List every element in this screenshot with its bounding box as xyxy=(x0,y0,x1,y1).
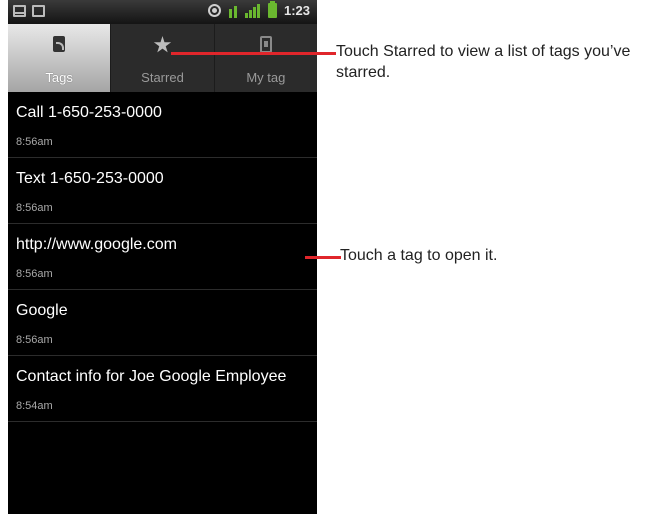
tag-time: 8:56am xyxy=(16,334,53,346)
tag-time: 8:56am xyxy=(16,268,53,280)
tab-tags[interactable]: Tags xyxy=(8,24,111,92)
tab-bar: Tags Starred My tag xyxy=(8,24,317,92)
starred-callout-line xyxy=(171,52,336,55)
mail-notification-icon xyxy=(13,5,26,17)
battery-icon xyxy=(267,1,277,18)
starred-callout-text: Touch Starred to view a list of tags you… xyxy=(336,43,631,81)
status-clock: 1:23 xyxy=(283,3,310,18)
my-tag-icon xyxy=(259,36,272,53)
tag-time: 8:56am xyxy=(16,136,53,148)
tag-title: Text 1-650-253-0000 xyxy=(16,170,164,187)
tag-title: http://www.google.com xyxy=(16,236,177,253)
tab-my-tag[interactable]: My tag xyxy=(213,24,317,92)
tag-title: Contact info for Joe Google Employee xyxy=(16,368,287,385)
tag-list: Call 1-650-253-0000 8:56am Text 1-650-25… xyxy=(8,92,317,422)
calendar-notification-icon xyxy=(32,5,45,17)
open-tag-callout-text: Touch a tag to open it. xyxy=(340,247,498,264)
tag-time: 8:56am xyxy=(16,202,53,214)
tag-time: 8:54am xyxy=(16,400,53,412)
phone-screen: 1:23 Tags Starred My tag Call 1-650-253-… xyxy=(8,0,317,514)
open-tag-callout-line xyxy=(305,256,341,259)
list-item[interactable]: Contact info for Joe Google Employee 8:5… xyxy=(8,356,317,422)
star-icon xyxy=(153,36,172,53)
tag-title: Call 1-650-253-0000 xyxy=(16,104,162,121)
gps-icon xyxy=(207,4,221,17)
tab-starred-label: Starred xyxy=(141,70,184,85)
list-item[interactable]: http://www.google.com 8:56am xyxy=(8,224,317,290)
status-bar: 1:23 xyxy=(8,0,317,24)
tab-tags-label: Tags xyxy=(45,70,73,85)
tab-starred[interactable]: Starred xyxy=(110,24,213,92)
list-item[interactable]: Call 1-650-253-0000 8:56am xyxy=(8,92,317,158)
tab-my-tag-label: My tag xyxy=(246,70,286,85)
3g-data-icon xyxy=(228,4,238,18)
list-item[interactable]: Text 1-650-253-0000 8:56am xyxy=(8,158,317,224)
signal-strength-icon xyxy=(244,3,261,18)
tag-icon xyxy=(53,36,66,52)
list-item[interactable]: Google 8:56am xyxy=(8,290,317,356)
tag-title: Google xyxy=(16,302,68,319)
